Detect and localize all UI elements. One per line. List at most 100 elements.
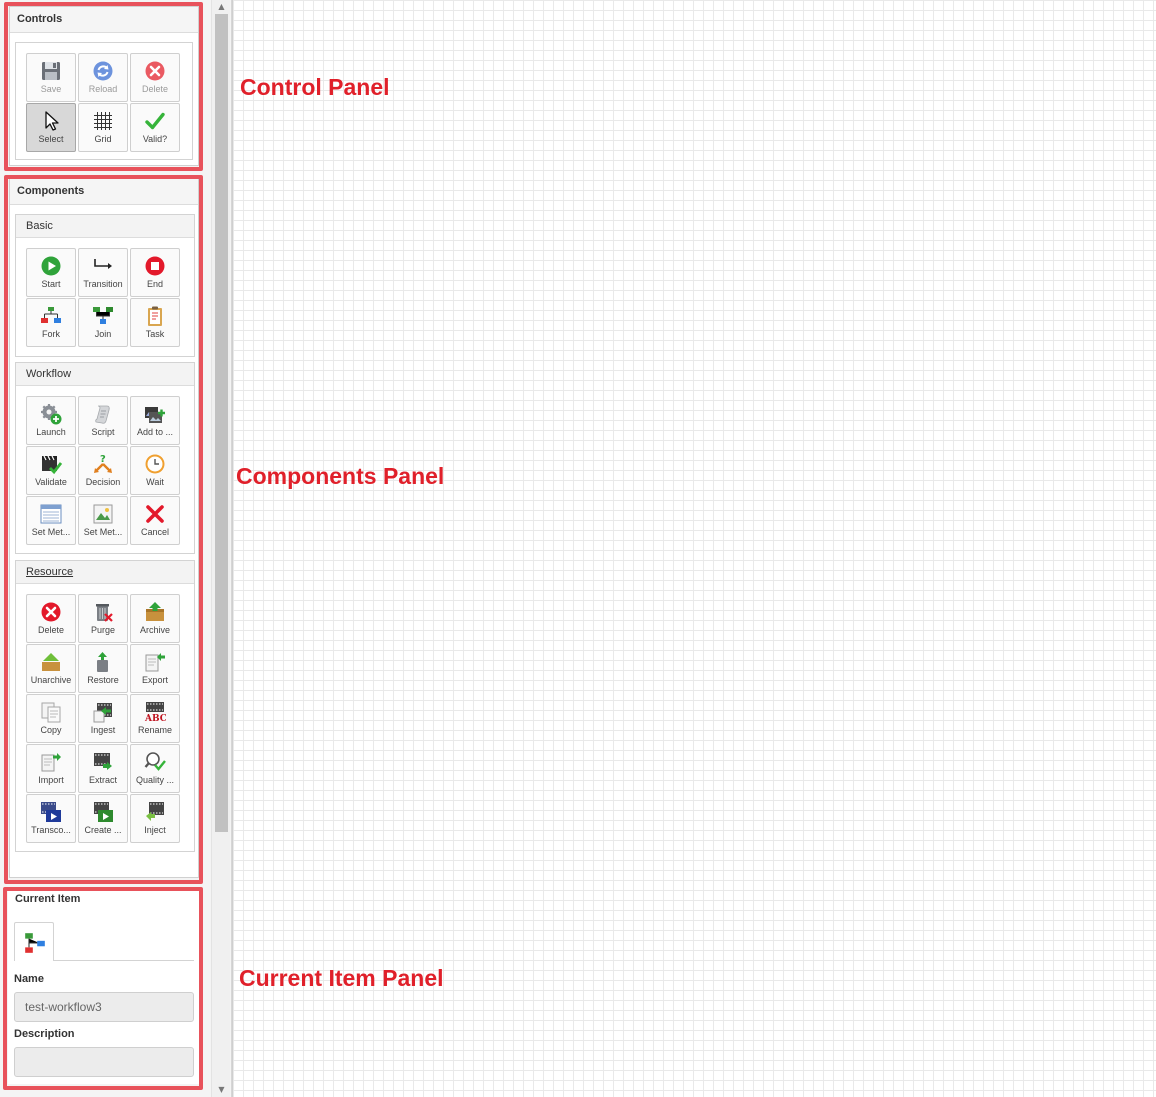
tool-label: Start — [41, 279, 61, 289]
select-button[interactable]: Select — [26, 103, 76, 152]
resource-delete-tool[interactable]: Delete — [26, 594, 76, 643]
current-item-title: Current Item — [8, 891, 199, 909]
name-label: Name — [14, 973, 44, 985]
components-panel-callout: Components Panel — [236, 463, 445, 489]
tool-label: Wait — [146, 477, 164, 487]
unarchive-tool[interactable]: Unarchive — [26, 644, 76, 693]
valid-label: Valid? — [142, 134, 168, 144]
unarchive-box-icon — [42, 653, 60, 671]
tool-label: Unarchive — [30, 675, 72, 685]
scroll-down-arrow-icon[interactable]: ▼ — [212, 1083, 231, 1097]
tool-label: Transition — [83, 279, 123, 289]
tool-label: Transco... — [31, 825, 71, 835]
grid-icon — [94, 112, 112, 130]
add-to-tool[interactable]: Add to ... — [130, 396, 180, 445]
rename-tool[interactable]: ABC Rename — [130, 694, 180, 743]
transition-tool[interactable]: Transition — [78, 248, 128, 297]
quality-tool[interactable]: Quality ... — [130, 744, 180, 793]
reload-button[interactable]: Reload — [78, 53, 128, 102]
components-panel-title: Components — [10, 179, 198, 205]
metadata-table-icon — [40, 504, 62, 524]
script-tool[interactable]: Script — [78, 396, 128, 445]
tool-label: Export — [141, 675, 168, 685]
reload-label: Reload — [88, 84, 118, 94]
item-type-tab[interactable] — [14, 922, 54, 961]
tool-label: Copy — [40, 725, 62, 735]
tool-label: Script — [91, 427, 115, 437]
extract-tool[interactable]: Extract — [78, 744, 128, 793]
validate-tool[interactable]: Validate — [26, 446, 76, 495]
archive-tool[interactable]: Archive — [130, 594, 180, 643]
export-tool[interactable]: Export — [130, 644, 180, 693]
inject-tool[interactable]: Inject — [130, 794, 180, 843]
import-doc-icon — [41, 753, 61, 772]
ingest-tool[interactable]: Ingest — [78, 694, 128, 743]
components-panel: Components Basic Start Transition End Fo… — [9, 178, 199, 878]
tool-label: Rename — [137, 725, 173, 735]
export-doc-icon — [145, 653, 165, 672]
refresh-icon — [93, 61, 113, 81]
tool-label: Set Met... — [31, 527, 71, 537]
current-item-panel-callout: Current Item Panel — [239, 965, 444, 991]
scroll-up-arrow-icon[interactable]: ▲ — [212, 0, 231, 14]
tool-label: Import — [38, 775, 64, 785]
delete-button[interactable]: Delete — [130, 53, 180, 102]
basic-group-title[interactable]: Basic — [16, 215, 194, 238]
scrollbar-thumb[interactable] — [215, 14, 228, 832]
restore-trash-icon — [97, 652, 108, 672]
create-tool[interactable]: Create ... — [78, 794, 128, 843]
start-icon — [41, 256, 61, 276]
import-tool[interactable]: Import — [26, 744, 76, 793]
restore-tool[interactable]: Restore — [78, 644, 128, 693]
tab-strip-line — [54, 960, 194, 961]
check-icon — [145, 112, 165, 130]
controls-panel: Controls Save Reload Delete Select Grid … — [9, 6, 199, 166]
tool-label: Launch — [36, 427, 66, 437]
tool-label: Cancel — [140, 527, 169, 537]
save-button[interactable]: Save — [26, 53, 76, 102]
delete-circle-icon — [145, 61, 165, 81]
clipboard-icon — [148, 306, 162, 326]
set-metadata-tool-2[interactable]: Set Met... — [78, 496, 128, 545]
task-tool[interactable]: Task — [130, 298, 180, 347]
tool-label: Purge — [90, 625, 116, 635]
validate-clapper-icon — [42, 455, 62, 475]
archive-box-icon — [146, 602, 164, 621]
workflow-group: Workflow Launch Script Add to ... Valida… — [15, 362, 195, 554]
launch-gear-icon — [41, 404, 62, 425]
launch-tool[interactable]: Launch — [26, 396, 76, 445]
controls-panel-title: Controls — [10, 7, 198, 33]
validate-button[interactable]: Valid? — [130, 103, 180, 152]
purge-tool[interactable]: Purge — [78, 594, 128, 643]
ingest-film-icon — [93, 703, 112, 723]
set-metadata-tool-1[interactable]: Set Met... — [26, 496, 76, 545]
basic-group: Basic Start Transition End Fork Join Tas… — [15, 214, 195, 357]
end-tool[interactable]: End — [130, 248, 180, 297]
tool-label: Validate — [35, 477, 67, 487]
transcode-tool[interactable]: Transco... — [26, 794, 76, 843]
editor-sidebar: Controls Save Reload Delete Select Grid … — [0, 0, 232, 1097]
copy-tool[interactable]: Copy — [26, 694, 76, 743]
select-label: Select — [38, 134, 64, 144]
grid-button[interactable]: Grid — [78, 103, 128, 152]
workflow-canvas[interactable] — [232, 0, 1156, 1097]
wait-tool[interactable]: Wait — [130, 446, 180, 495]
cancel-tool[interactable]: Cancel — [130, 496, 180, 545]
resource-group-title[interactable]: Resource — [16, 561, 194, 584]
sidebar-scrollbar[interactable]: ▲ ▼ — [211, 0, 230, 1097]
trash-can-icon — [96, 604, 113, 622]
join-tool[interactable]: Join — [78, 298, 128, 347]
fork-icon — [41, 307, 61, 323]
fork-tool[interactable]: Fork — [26, 298, 76, 347]
tool-label: Task — [145, 329, 165, 339]
workflow-group-title[interactable]: Workflow — [16, 363, 194, 386]
name-field[interactable]: test-workflow3 — [14, 992, 194, 1022]
stop-icon — [145, 256, 165, 276]
clock-icon — [145, 454, 165, 474]
decision-tool[interactable]: ? Decision — [78, 446, 128, 495]
floppy-disk-icon — [42, 62, 60, 80]
join-icon — [93, 307, 113, 324]
start-tool[interactable]: Start — [26, 248, 76, 297]
description-field[interactable] — [14, 1047, 194, 1077]
control-panel-callout: Control Panel — [240, 74, 390, 100]
